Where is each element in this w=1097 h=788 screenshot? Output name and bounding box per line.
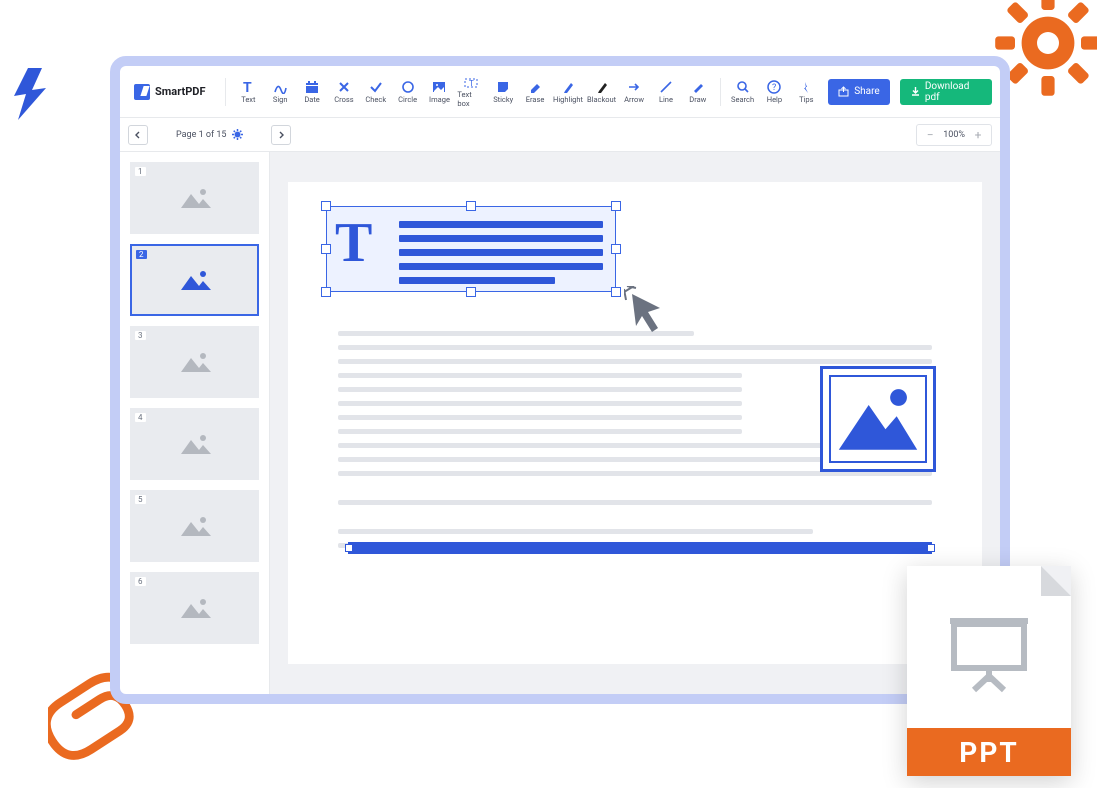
share-button[interactable]: Share (828, 79, 889, 105)
paginator-bar: Page 1 of 15 − 100% + (120, 118, 1000, 152)
svg-text:T: T (243, 80, 252, 94)
image-icon (177, 348, 213, 376)
tool-line[interactable]: Line (652, 72, 680, 112)
image-icon (177, 184, 213, 212)
canvas: T (270, 152, 1000, 694)
resize-handle[interactable] (466, 287, 476, 297)
page-indicator: Page 1 of 15 (176, 129, 243, 140)
chevron-left-icon (134, 131, 142, 139)
next-page-button[interactable] (271, 125, 291, 145)
app-window: SmartPDF TText Sign Date Cross Check Cir… (110, 56, 1010, 704)
resize-handle[interactable] (611, 287, 621, 297)
image-icon (831, 377, 925, 461)
tool-help[interactable]: ?Help (761, 72, 789, 112)
tool-search[interactable]: Search (729, 72, 757, 112)
resize-handle[interactable] (345, 544, 353, 552)
workspace: 1 2 3 4 5 6 T (120, 152, 1000, 694)
thumbnails-sidebar: 1 2 3 4 5 6 (120, 152, 270, 694)
presentation-icon (944, 606, 1034, 696)
tool-image[interactable]: Image (426, 72, 454, 112)
resize-handle[interactable] (321, 201, 331, 211)
resize-handle[interactable] (321, 287, 331, 297)
tool-circle[interactable]: Circle (394, 72, 422, 112)
thumbnail[interactable]: 1 (130, 162, 259, 234)
image-icon (177, 512, 213, 540)
tool-draw[interactable]: Draw (684, 72, 712, 112)
share-icon (838, 86, 849, 97)
tool-sign[interactable]: Sign (266, 72, 294, 112)
cursor-icon (624, 286, 678, 340)
document-page[interactable]: T (288, 182, 982, 664)
thumbnail[interactable]: 3 (130, 326, 259, 398)
app-logo: SmartPDF (128, 84, 217, 100)
tool-blackout[interactable]: Blackout (587, 72, 616, 112)
tool-erase[interactable]: Erase (521, 72, 549, 112)
tool-check[interactable]: Check (362, 72, 390, 112)
zoom-out-button[interactable]: − (923, 128, 937, 142)
tool-text[interactable]: TText (234, 72, 262, 112)
resize-handle[interactable] (611, 244, 621, 254)
download-icon (910, 86, 920, 97)
ppt-file-badge: PPT (907, 566, 1071, 776)
svg-text:?: ? (772, 83, 776, 93)
tool-highlight[interactable]: Highlight (553, 72, 583, 112)
text-icon: T (335, 211, 372, 275)
app-name: SmartPDF (155, 85, 205, 98)
thumbnail[interactable]: 5 (130, 490, 259, 562)
download-button[interactable]: Download pdf (900, 79, 992, 105)
image-icon (177, 266, 213, 294)
line-selection[interactable] (348, 542, 932, 554)
thumbnail[interactable]: 6 (130, 572, 259, 644)
toolbar: SmartPDF TText Sign Date Cross Check Cir… (120, 66, 1000, 118)
thumbnail[interactable]: 4 (130, 408, 259, 480)
thumbnail[interactable]: 2 (130, 244, 259, 316)
tool-date[interactable]: Date (298, 72, 326, 112)
resize-handle[interactable] (466, 201, 476, 211)
prev-page-button[interactable] (128, 125, 148, 145)
resize-handle[interactable] (611, 201, 621, 211)
logo-icon (134, 84, 150, 100)
tool-textbox[interactable]: TText box (457, 72, 485, 112)
text-box-selection[interactable]: T (326, 206, 616, 292)
image-icon (177, 594, 213, 622)
tool-sticky[interactable]: Sticky (489, 72, 517, 112)
zoom-in-button[interactable]: + (971, 128, 985, 142)
tool-cross[interactable]: Cross (330, 72, 358, 112)
resize-handle[interactable] (927, 544, 935, 552)
zoom-value: 100% (943, 130, 965, 140)
image-placeholder[interactable] (820, 366, 936, 472)
resize-handle[interactable] (321, 244, 331, 254)
tool-arrow[interactable]: Arrow (620, 72, 648, 112)
image-icon (177, 430, 213, 458)
tool-tips[interactable]: Tips (792, 72, 820, 112)
lightning-icon (8, 66, 52, 122)
chevron-right-icon (277, 131, 285, 139)
gear-icon[interactable] (232, 129, 243, 140)
svg-text:T: T (469, 79, 474, 88)
zoom-control: − 100% + (916, 124, 992, 146)
ppt-label: PPT (907, 728, 1071, 776)
